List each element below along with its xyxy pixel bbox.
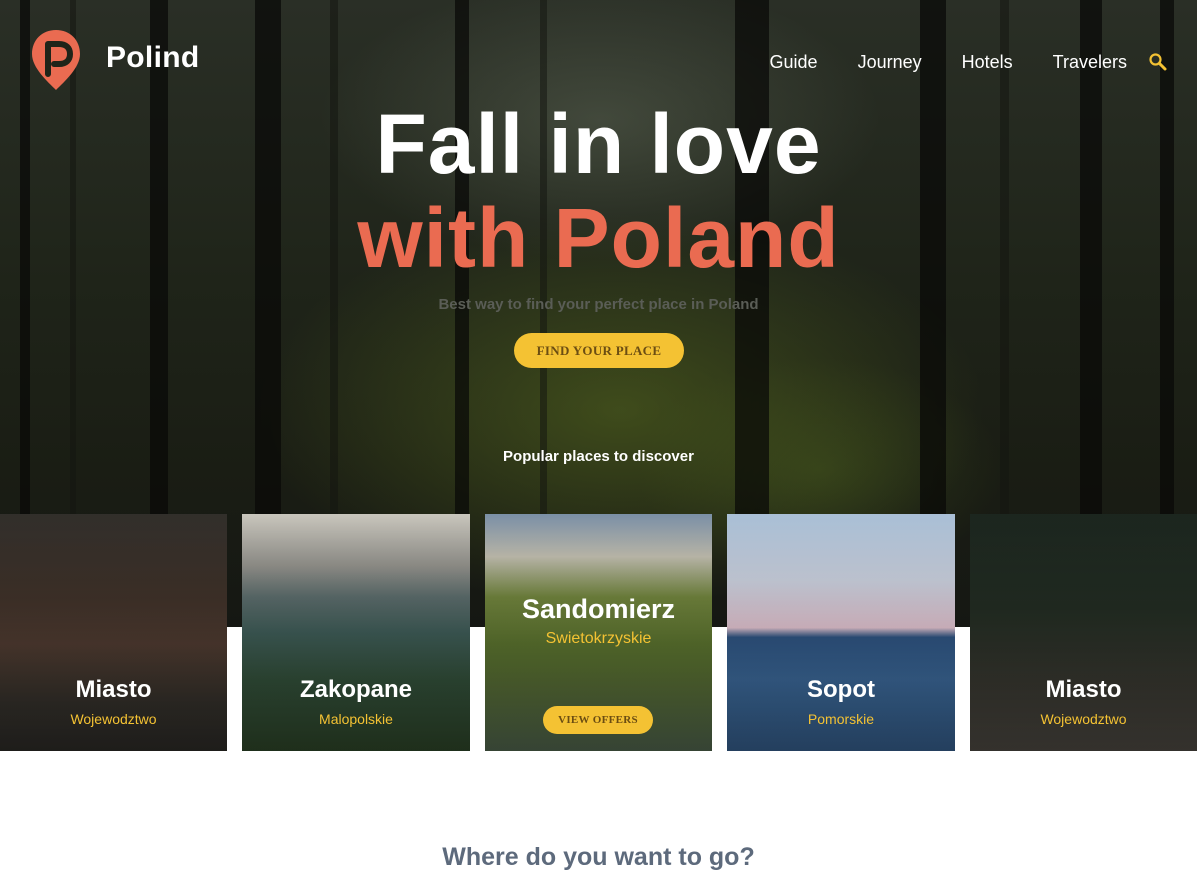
search-icon[interactable] — [1148, 52, 1168, 72]
hero-title-line2: with Poland — [357, 191, 840, 285]
place-card-featured[interactable]: Sandomierz Swietokrzyskie VIEW OFFERS — [485, 514, 712, 751]
hero-subtitle: Best way to find your perfect place in P… — [438, 296, 759, 313]
place-card[interactable]: Zakopane Malopolskie — [242, 514, 470, 751]
nav-item-travelers[interactable]: Travelers — [1053, 52, 1127, 73]
place-card[interactable]: Miasto Wojewodztwo — [970, 514, 1197, 751]
place-name: Miasto — [1045, 676, 1122, 703]
place-name: Miasto — [75, 676, 152, 703]
nav-item-hotels[interactable]: Hotels — [962, 52, 1013, 73]
place-region: Wojewodztwo — [70, 711, 157, 727]
place-name: Sandomierz — [521, 594, 676, 624]
place-name: Sopot — [807, 676, 875, 703]
brand-name[interactable]: Polind — [106, 41, 199, 75]
place-card[interactable]: Sopot Pomorskie — [727, 514, 955, 751]
place-name: Zakopane — [299, 676, 413, 703]
place-region: Malopolskie — [319, 711, 393, 727]
section-title: Where do you want to go? — [442, 843, 755, 871]
place-region: Wojewodztwo — [1040, 711, 1127, 727]
logo-icon[interactable] — [30, 28, 82, 92]
popular-places-label: Popular places to discover — [503, 448, 694, 465]
nav-item-journey[interactable]: Journey — [858, 52, 922, 73]
find-your-place-button[interactable]: FIND YOUR PLACE — [514, 333, 684, 368]
hero-title-line1: Fall in love — [375, 97, 822, 191]
place-region: Pomorskie — [807, 711, 875, 727]
nav-item-guide[interactable]: Guide — [770, 52, 818, 73]
view-offers-button[interactable]: VIEW OFFERS — [543, 706, 653, 734]
place-region: Swietokrzyskie — [545, 630, 652, 647]
place-card[interactable]: Miasto Wojewodztwo — [0, 514, 227, 751]
main-nav: Guide Journey Hotels Travelers — [770, 52, 1127, 73]
